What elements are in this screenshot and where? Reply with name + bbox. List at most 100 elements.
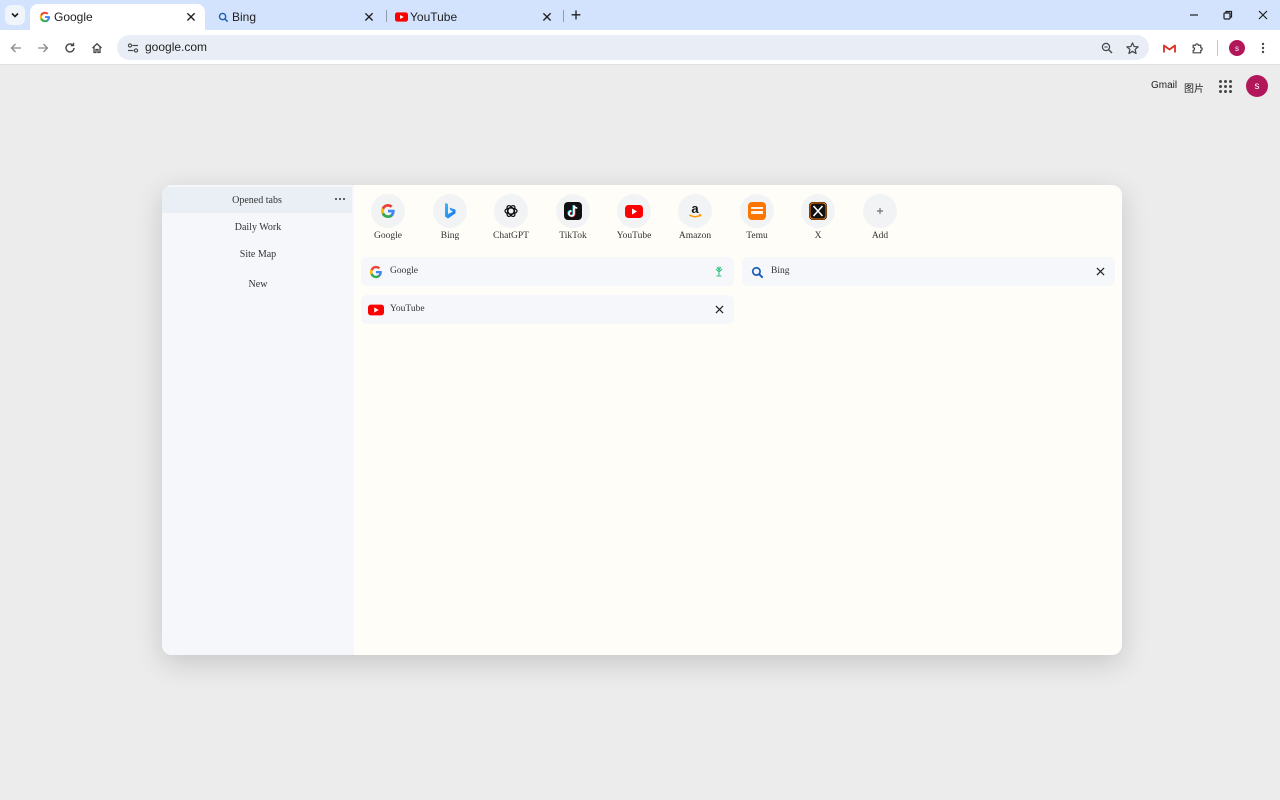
address-text[interactable]: google.com xyxy=(145,40,207,54)
plant-icon[interactable] xyxy=(712,264,726,278)
tab-close-button[interactable]: ✕ xyxy=(183,9,199,25)
opened-tab-card-google[interactable]: Google xyxy=(361,257,734,286)
shortcut-label: Amazon xyxy=(678,231,712,241)
restore-button[interactable] xyxy=(1218,5,1238,25)
bookmark-star-icon[interactable] xyxy=(1122,38,1142,58)
search-icon xyxy=(749,264,765,280)
shortcut-label: ChatGPT xyxy=(493,231,529,241)
address-bar[interactable]: google.com xyxy=(117,35,1149,60)
close-window-button[interactable] xyxy=(1253,5,1273,25)
sidebar-item-site-map[interactable]: Site Map xyxy=(162,241,354,267)
google-icon xyxy=(371,194,405,228)
shortcut-x[interactable]: X xyxy=(790,194,846,246)
shortcut-temu[interactable]: Temu xyxy=(729,194,785,246)
search-favicon xyxy=(216,10,230,24)
puzzle-icon xyxy=(1192,42,1203,53)
more-vertical-icon xyxy=(1261,42,1265,54)
home-button[interactable] xyxy=(87,38,107,58)
browser-toolbar: google.com s xyxy=(0,30,1280,65)
opened-tab-title: Google xyxy=(390,266,418,276)
sidebar-item-label: Daily Work xyxy=(234,221,282,233)
toolbar-separator xyxy=(1217,40,1218,56)
sidebar-item-label: Site Map xyxy=(239,248,277,260)
svg-text:a: a xyxy=(691,202,699,216)
tab-strip: Google ✕ Bing ✕ YouTube ✕ + xyxy=(0,0,1280,30)
tab-separator xyxy=(563,10,564,22)
gmail-link[interactable]: Gmail xyxy=(1151,80,1177,91)
amazon-icon: a xyxy=(678,194,712,228)
shortcut-youtube[interactable]: YouTube xyxy=(606,194,662,246)
site-info-icon[interactable] xyxy=(123,38,143,58)
tab-close-button[interactable]: ✕ xyxy=(361,9,377,25)
close-icon[interactable] xyxy=(1093,264,1107,278)
shortcut-label: TikTok xyxy=(559,231,587,241)
google-icon xyxy=(368,264,384,280)
shortcut-label: YouTube xyxy=(616,231,652,241)
panel-sidebar: Opened tabs Daily Work Site Map New xyxy=(162,185,354,655)
tab-search-button[interactable] xyxy=(5,5,25,25)
google-apps-icon[interactable] xyxy=(1217,78,1233,94)
more-horizontal-icon[interactable] xyxy=(333,193,347,205)
shortcut-bing[interactable]: Bing xyxy=(422,194,478,246)
shortcut-label: X xyxy=(814,231,822,241)
restore-icon xyxy=(1223,10,1233,20)
google-favicon xyxy=(38,10,52,24)
reload-icon xyxy=(65,42,75,53)
tiktok-icon xyxy=(556,194,590,228)
back-button[interactable] xyxy=(6,38,26,58)
opened-tab-card-bing[interactable]: Bing xyxy=(742,257,1115,286)
temu-icon xyxy=(740,194,774,228)
youtube-icon xyxy=(617,194,651,228)
sidebar-item-label: Opened tabs xyxy=(232,194,282,206)
minimize-button[interactable] xyxy=(1184,5,1204,25)
shortcut-label: Add xyxy=(871,231,889,241)
chevron-down-icon xyxy=(11,12,19,18)
shortcut-label: Temu xyxy=(746,231,768,241)
close-icon[interactable] xyxy=(712,302,726,316)
images-link[interactable]: 图片 xyxy=(1184,80,1204,95)
sidebar-item-daily-work[interactable]: Daily Work xyxy=(162,214,354,240)
arrow-left-icon xyxy=(10,43,21,53)
shortcut-google[interactable]: Google xyxy=(360,194,416,246)
close-icon xyxy=(1258,10,1268,20)
tab-title: Google xyxy=(54,10,93,24)
shortcut-amazon[interactable]: a Amazon xyxy=(667,194,723,246)
shortcut-chatgpt[interactable]: ChatGPT xyxy=(483,194,539,246)
opened-tab-title: Bing xyxy=(771,266,790,276)
google-account-avatar[interactable]: s xyxy=(1246,75,1268,97)
sidebar-item-new[interactable]: New xyxy=(162,271,354,297)
profile-avatar[interactable]: s xyxy=(1229,40,1245,56)
sidebar-item-label: New xyxy=(248,278,268,290)
shortcut-label: Google xyxy=(374,231,402,241)
tab-manager-panel: Opened tabs Daily Work Site Map New Goog… xyxy=(162,185,1122,655)
opened-tab-title: YouTube xyxy=(390,304,425,314)
plus-icon xyxy=(863,194,897,228)
tab-google[interactable]: Google ✕ xyxy=(30,4,205,30)
youtube-icon xyxy=(368,302,384,318)
shortcut-label: Bing xyxy=(440,231,460,241)
arrow-right-icon xyxy=(38,43,49,53)
extensions-button[interactable] xyxy=(1187,38,1207,58)
gmail-icon xyxy=(1162,44,1176,52)
home-icon xyxy=(92,42,102,54)
tab-title: Bing xyxy=(232,10,257,24)
zoom-icon[interactable] xyxy=(1097,38,1117,58)
reload-button[interactable] xyxy=(60,38,80,58)
shortcut-tiktok[interactable]: TikTok xyxy=(545,194,601,246)
chatgpt-icon xyxy=(494,194,528,228)
youtube-favicon xyxy=(394,10,408,24)
opened-tab-card-youtube[interactable]: YouTube xyxy=(361,295,734,324)
tab-bing[interactable]: Bing ✕ xyxy=(208,4,383,30)
tab-title: YouTube xyxy=(410,10,458,24)
sidebar-item-opened-tabs[interactable]: Opened tabs xyxy=(162,187,352,213)
tab-youtube[interactable]: YouTube ✕ xyxy=(386,4,561,30)
new-tab-button[interactable]: + xyxy=(567,5,585,25)
tab-close-button[interactable]: ✕ xyxy=(539,9,555,25)
minimize-icon xyxy=(1190,14,1198,16)
forward-button[interactable] xyxy=(33,38,53,58)
browser-menu-button[interactable] xyxy=(1253,38,1273,58)
profile-initial: s xyxy=(1235,43,1239,53)
gmail-extension-button[interactable] xyxy=(1159,38,1179,58)
shortcut-add[interactable]: Add xyxy=(852,194,908,246)
bing-icon xyxy=(433,194,467,228)
